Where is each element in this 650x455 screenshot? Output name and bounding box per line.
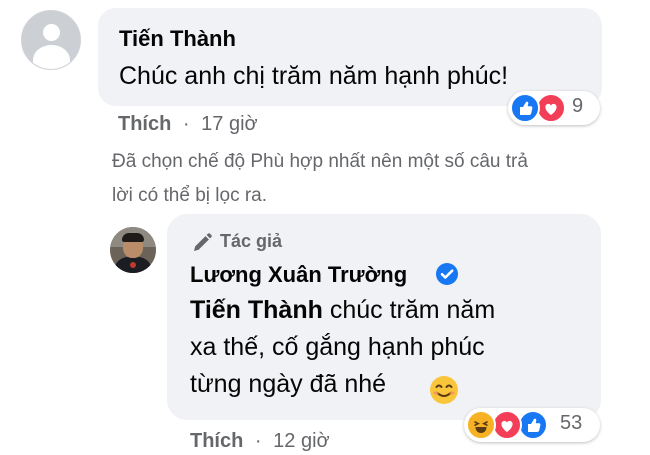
smiling-face-icon <box>430 376 458 404</box>
reply-author-name[interactable]: Lương Xuân Trường <box>190 262 407 288</box>
like-action-button[interactable]: Thích <box>190 430 243 452</box>
like-icon <box>518 410 548 440</box>
love-icon <box>536 93 566 123</box>
reaction-summary[interactable]: 9 <box>508 91 600 125</box>
avatar-head-shape <box>43 24 60 41</box>
haha-icon <box>466 410 496 440</box>
separator-dot: · <box>254 430 262 452</box>
default-avatar[interactable] <box>21 10 81 70</box>
reply-text-segment: chúc trăm năm <box>322 296 496 324</box>
reply-text-line: xa thế, cố gắng hạnh phúc <box>190 333 485 361</box>
verified-badge-icon <box>436 263 458 285</box>
reply-reaction-summary[interactable]: 53 <box>464 408 600 442</box>
separator-dot: · <box>182 113 190 135</box>
filter-notice-line: Đã chọn chế độ Phù hợp nhất nên một số c… <box>112 151 528 172</box>
avatar-hair <box>122 233 144 242</box>
like-action-button[interactable]: Thích <box>118 113 171 135</box>
comment-author-name[interactable]: Tiến Thành <box>119 26 236 52</box>
filter-notice-line: lời có thể bị lọc ra. <box>112 185 268 206</box>
reply-actions: Thích · 12 giờ <box>190 430 330 453</box>
pen-icon <box>194 233 212 251</box>
comment-text: Chúc anh chị trăm năm hạnh phúc! <box>119 62 509 90</box>
reply-timestamp[interactable]: 12 giờ <box>273 430 329 452</box>
comment-actions: Thích · 17 giờ <box>118 113 258 136</box>
mention-link[interactable]: Tiến Thành <box>190 296 323 324</box>
reply-text-line: Tiến Thành chúc trăm năm <box>190 292 495 328</box>
reaction-count: 9 <box>572 95 584 117</box>
author-avatar[interactable] <box>110 227 156 273</box>
like-icon <box>510 93 540 123</box>
avatar-badge <box>130 262 136 268</box>
reply-text-line: từng ngày đã nhé <box>190 366 386 402</box>
avatar-body-shape <box>33 45 70 69</box>
love-icon <box>492 410 522 440</box>
filter-notice: Đã chọn chế độ Phù hợp nhất nên một số c… <box>112 145 632 213</box>
reply-text-segment: từng ngày đã nhé <box>190 370 387 398</box>
author-tag-label: Tác giả <box>220 231 283 251</box>
comment-timestamp[interactable]: 17 giờ <box>201 113 257 135</box>
reaction-count: 53 <box>560 412 583 434</box>
